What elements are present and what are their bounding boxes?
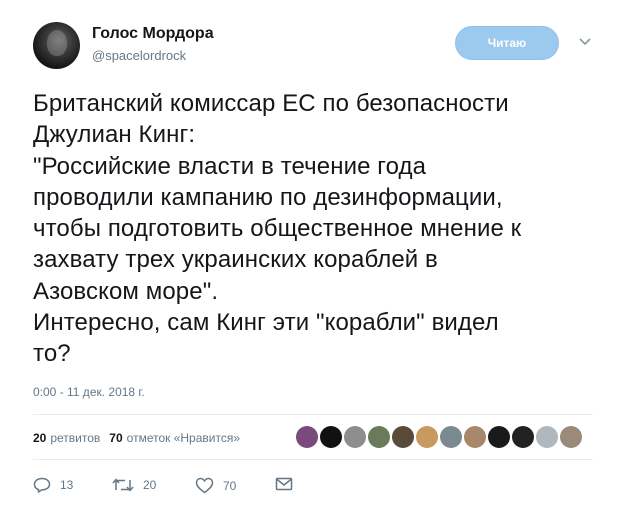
liker-avatar[interactable] (344, 426, 366, 448)
liker-avatar[interactable] (296, 426, 318, 448)
chevron-down-icon[interactable] (578, 37, 592, 47)
tweet-text-line: Британский комиссар ЕС по безопасности (33, 90, 509, 117)
tweet-text-line: захвату трех украинских кораблей в (33, 246, 438, 274)
like-button[interactable]: 70 (195, 477, 236, 494)
retweets-count: 20 (33, 431, 47, 445)
tweet-text-line: Интересно, сам Кинг эти "корабли" видел (33, 309, 499, 337)
reply-count: 13 (60, 478, 74, 492)
tweet-text-line: то? (33, 340, 71, 368)
divider (33, 459, 593, 460)
liker-avatar[interactable] (512, 426, 534, 448)
liker-avatar[interactable] (392, 426, 414, 448)
following-button[interactable]: Читаю (455, 26, 559, 60)
retweet-count: 20 (143, 478, 157, 492)
likes-stat[interactable]: 70 отметок «Нравится» (109, 431, 240, 445)
like-count: 70 (223, 478, 237, 493)
tweet-text-line: "Российские власти в течение года (33, 152, 427, 180)
likes-count: 70 (109, 431, 123, 445)
liker-avatar[interactable] (560, 426, 582, 448)
retweets-label: ретвитов (50, 431, 101, 445)
liker-avatar[interactable] (416, 426, 438, 448)
liker-avatar[interactable] (440, 426, 462, 448)
liker-avatar[interactable] (536, 426, 558, 448)
reply-icon (33, 477, 51, 493)
tweet-text-line: чтобы подготовить общественное мнение к (33, 215, 522, 243)
liker-avatar[interactable] (488, 426, 510, 448)
liker-avatar[interactable] (368, 426, 390, 448)
reply-button[interactable]: 13 (33, 477, 73, 493)
direct-message-button[interactable] (275, 477, 293, 491)
tweet-timestamp[interactable]: 0:00 - 11 дек. 2018 г. (33, 385, 145, 399)
author-avatar[interactable] (33, 22, 80, 69)
retweet-icon (112, 478, 134, 492)
likes-label: отметок «Нравится» (126, 431, 241, 445)
liker-avatar[interactable] (464, 426, 486, 448)
author-handle[interactable]: @spacelordrock (92, 48, 186, 63)
tweet-text-line: проводили кампанию по дезинформации, (33, 183, 503, 211)
retweet-button[interactable]: 20 (112, 477, 156, 493)
tweet-text: Британский комиссар ЕС по безопасности Д… (33, 88, 608, 370)
tweet-text-line: Джулиан Кинг: (33, 121, 196, 149)
liker-avatar[interactable] (320, 426, 342, 448)
liker-avatars (296, 426, 584, 448)
heart-icon (195, 477, 214, 494)
divider (33, 414, 593, 415)
message-icon (275, 477, 293, 491)
author-display-name[interactable]: Голос Мордора (92, 25, 214, 43)
tweet-text-line: Азовском море". (33, 277, 219, 305)
retweets-stat[interactable]: 20 ретвитов (33, 431, 100, 445)
tweet-stats: 20 ретвитов 70 отметок «Нравится» (33, 431, 249, 445)
